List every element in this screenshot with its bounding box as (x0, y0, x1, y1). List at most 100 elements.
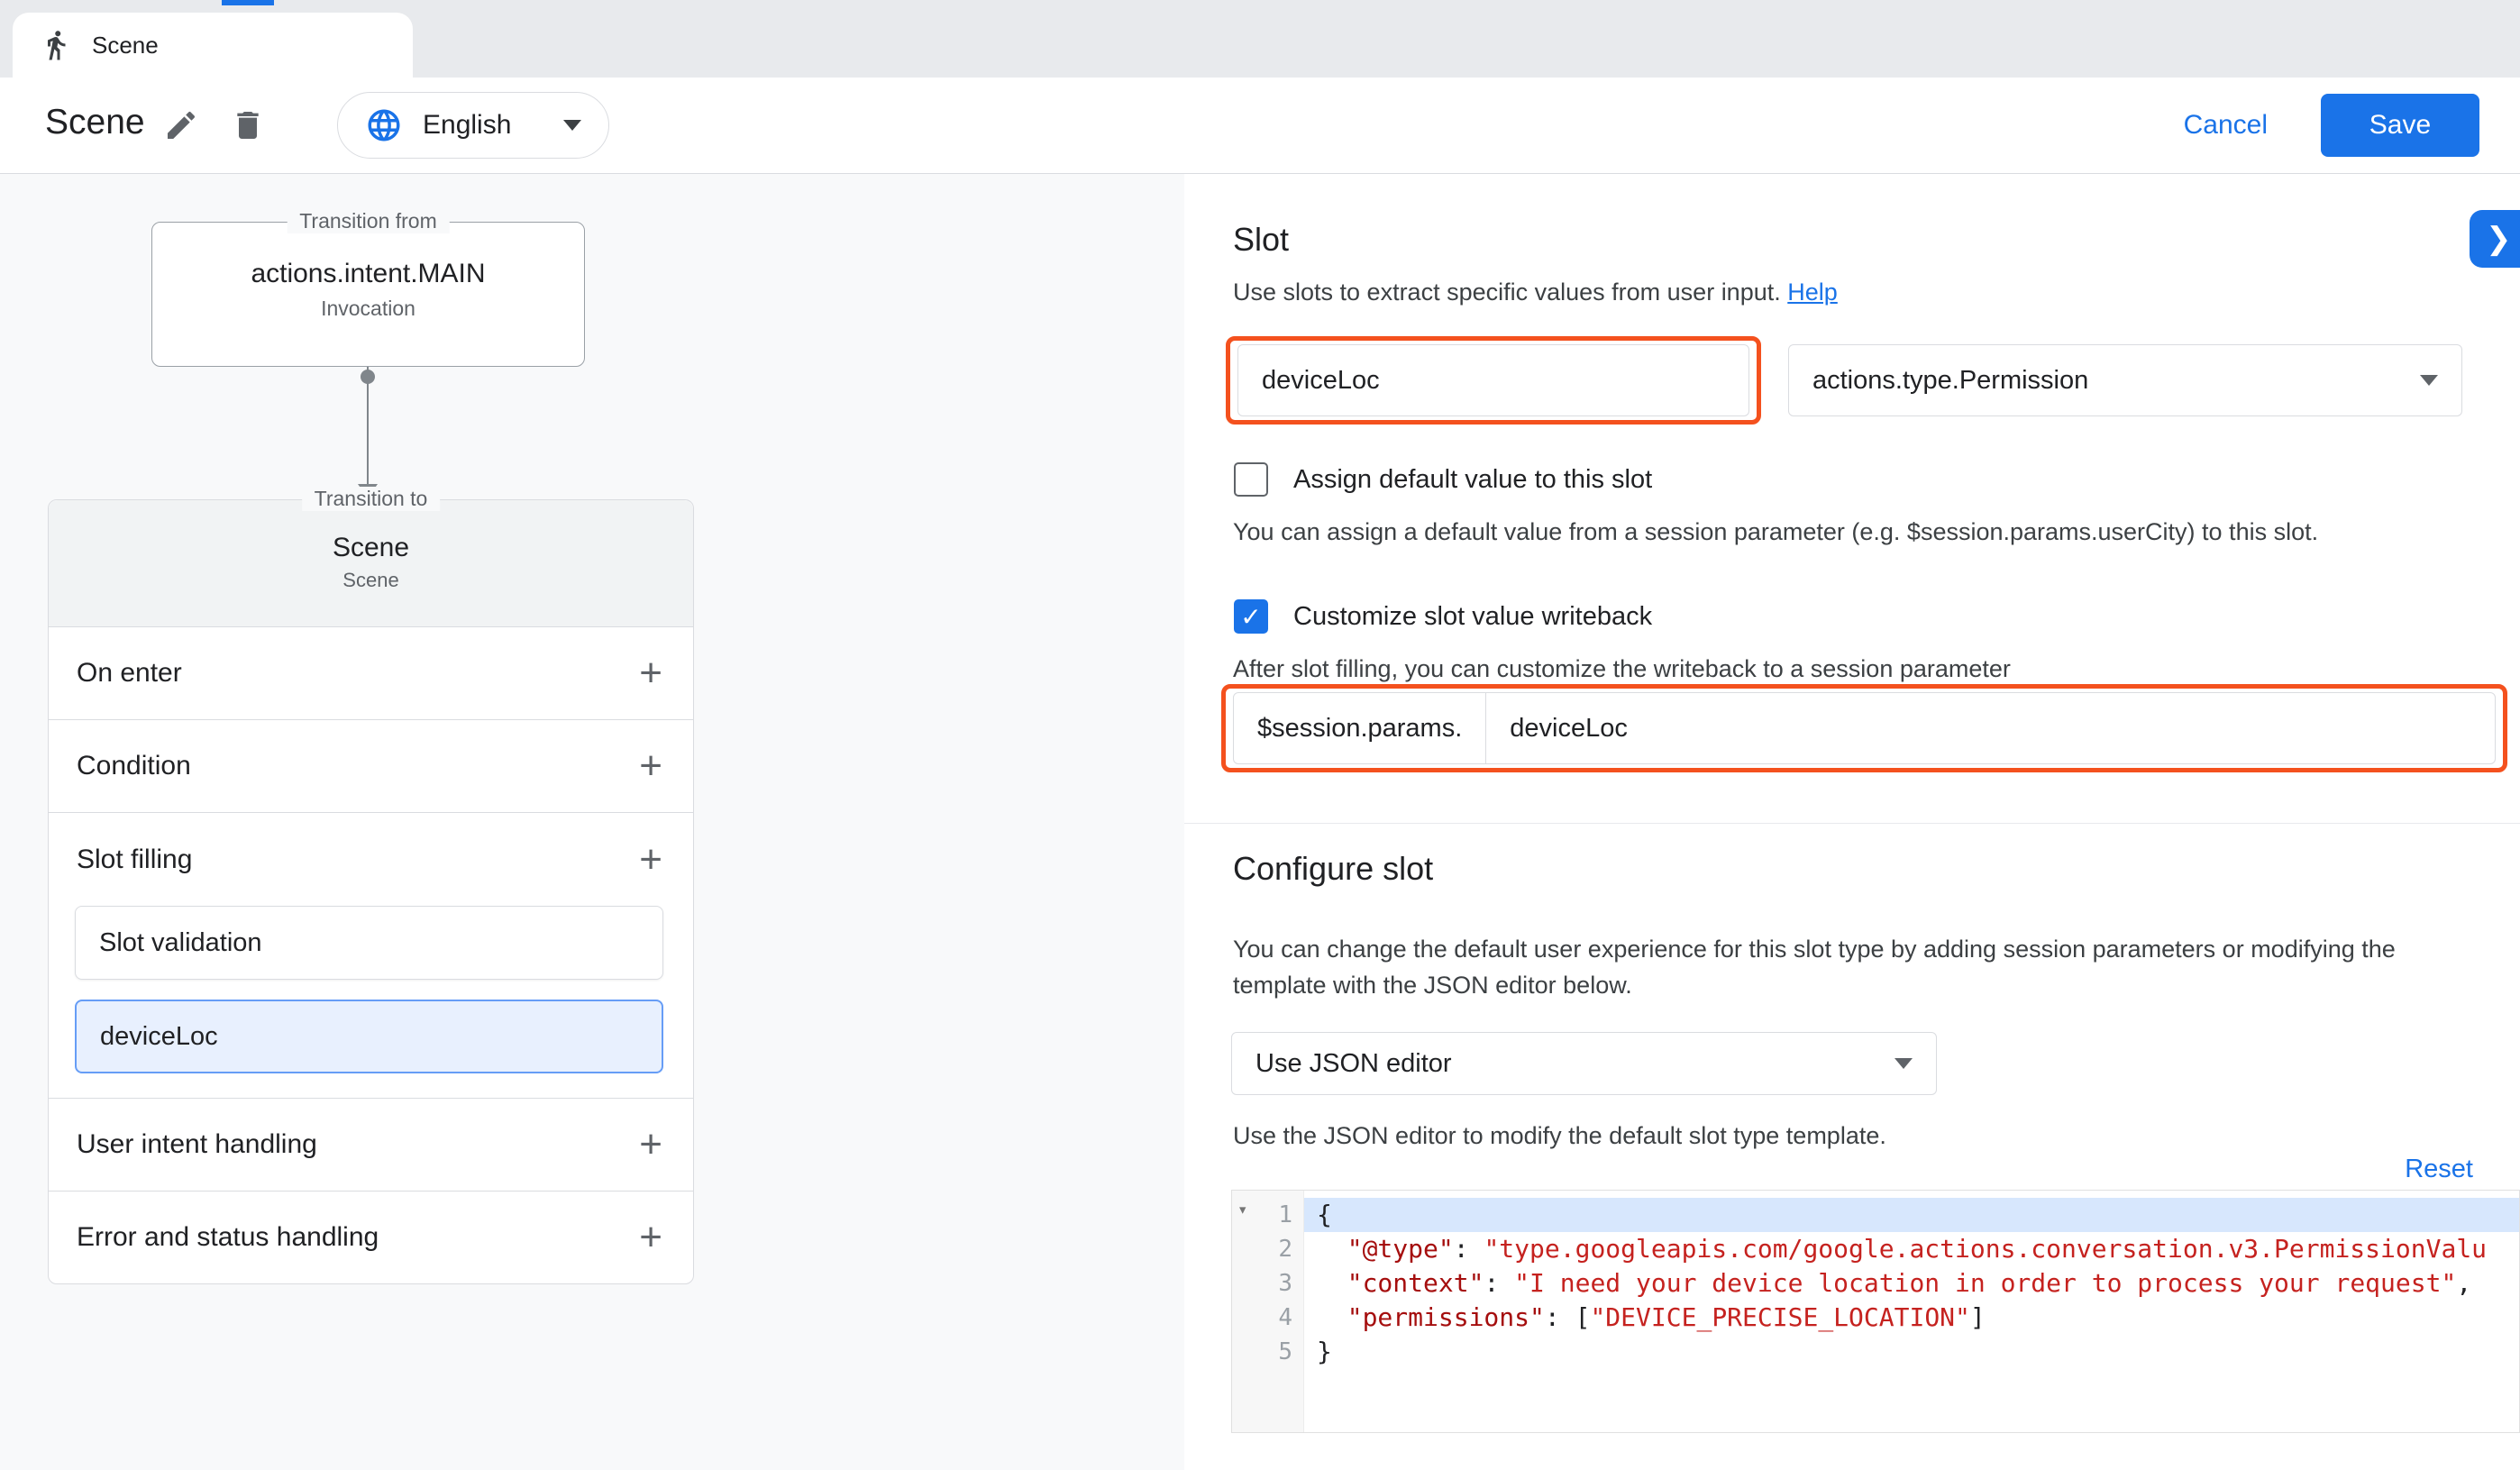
slot-validation-item[interactable]: Slot validation (75, 906, 663, 980)
section-label: User intent handling (77, 1129, 317, 1160)
plus-icon[interactable]: + (639, 1218, 662, 1257)
help-link[interactable]: Help (1787, 278, 1838, 306)
assign-default-row: Assign default value to this slot (1234, 462, 1652, 497)
code-area[interactable]: { "@type": "type.googleapis.com/google.a… (1304, 1191, 2519, 1432)
json-code-editor[interactable]: ▾ 1 2 3 4 5 { "@type": "type.googleapis.… (1231, 1190, 2520, 1433)
section-label: On enter (77, 658, 182, 689)
code-token: "permissions" (1317, 1302, 1545, 1332)
slot-name-annotation: deviceLoc (1226, 336, 1761, 425)
section-condition[interactable]: Condition + (49, 719, 693, 812)
code-line-3: "context": "I need your device location … (1304, 1266, 2519, 1301)
scene-node-card: Transition to Scene Scene On enter + Con… (48, 499, 694, 1284)
tab-scene[interactable]: Scene (13, 13, 413, 78)
code-token: "context" (1317, 1268, 1484, 1298)
section-on-enter[interactable]: On enter + (49, 626, 693, 719)
collapse-panel-button[interactable]: ❯ (2470, 210, 2520, 268)
assign-default-label: Assign default value to this slot (1293, 465, 1652, 495)
slot-section-subtitle: Use slots to extract specific values fro… (1233, 278, 1838, 306)
transition-from-node[interactable]: Transition from actions.intent.MAIN Invo… (151, 222, 585, 367)
line-number: 2 (1232, 1232, 1303, 1266)
actions-console-scene-editor: Scene Scene English Cancel Save Transit (0, 0, 2520, 1470)
writeback-label: Customize slot value writeback (1293, 602, 1652, 632)
slot-section-title: Slot (1233, 221, 1289, 259)
configure-slot-description: You can change the default user experien… (1233, 931, 2477, 1003)
top-accent-bar (222, 0, 274, 5)
slot-filling-header[interactable]: Slot filling + (75, 813, 663, 906)
code-token: : (1484, 1268, 1514, 1298)
reset-button[interactable]: Reset (2405, 1155, 2473, 1184)
tab-strip: Scene (0, 0, 2520, 78)
writeback-checkbox[interactable]: ✓ (1234, 599, 1268, 634)
section-label: Slot filling (77, 845, 192, 875)
scene-node-header[interactable]: Transition to Scene Scene (49, 500, 693, 626)
cancel-button[interactable]: Cancel (2184, 110, 2268, 141)
language-label: English (423, 110, 511, 141)
code-line-1: { (1304, 1198, 2519, 1232)
transition-from-label: Transition from (287, 209, 450, 233)
plus-icon[interactable]: + (639, 653, 662, 693)
editor-mode-select[interactable]: Use JSON editor (1231, 1032, 1937, 1095)
edit-scene-name-button[interactable] (160, 105, 202, 146)
section-error-status-handling[interactable]: Error and status handling + (49, 1191, 693, 1283)
line-number: 4 (1232, 1301, 1303, 1335)
code-line-4: "permissions": ["DEVICE_PRECISE_LOCATION… (1304, 1301, 2519, 1335)
code-token: : (1454, 1234, 1484, 1264)
code-token: ] (1970, 1302, 1986, 1332)
configure-slot-title: Configure slot (1233, 850, 1433, 888)
trash-icon (230, 107, 266, 143)
slot-type-select[interactable]: actions.type.Permission (1788, 344, 2462, 416)
json-editor-help: Use the JSON editor to modify the defaul… (1233, 1122, 1886, 1150)
delete-scene-button[interactable] (227, 105, 269, 146)
writeback-row: ✓ Customize slot value writeback (1234, 599, 1652, 634)
code-token: , (2456, 1268, 2471, 1298)
slot-name-input[interactable]: deviceLoc (1237, 344, 1749, 416)
scene-flowchart-canvas: Transition from actions.intent.MAIN Invo… (0, 174, 1184, 1470)
transition-to-label: Transition to (302, 487, 441, 511)
section-user-intent-handling[interactable]: User intent handling + (49, 1098, 693, 1191)
line-number-gutter: ▾ 1 2 3 4 5 (1232, 1191, 1304, 1432)
code-token: { (1317, 1200, 1332, 1229)
code-token: : [ (1545, 1302, 1591, 1332)
writeback-annotation: $session.params. deviceLoc (1221, 684, 2507, 772)
scene-header: Scene English Cancel Save (0, 78, 2520, 174)
code-line-2: "@type": "type.googleapis.com/google.act… (1304, 1232, 2519, 1266)
line-number: 3 (1232, 1266, 1303, 1301)
connector-line (367, 367, 369, 493)
plus-icon[interactable]: + (639, 746, 662, 786)
slot-detail-panel: ❯ Slot Use slots to extract specific val… (1184, 174, 2520, 1470)
line-number: 5 (1232, 1335, 1303, 1369)
transition-from-subtitle: Invocation (152, 297, 584, 321)
chevron-down-icon (2420, 375, 2438, 386)
plus-icon[interactable]: + (639, 840, 662, 880)
slot-deviceloc-item[interactable]: deviceLoc (75, 1000, 663, 1073)
scene-person-icon (40, 29, 72, 61)
plus-icon[interactable]: + (639, 1125, 662, 1164)
writeback-prefix: $session.params. (1234, 714, 1485, 744)
code-token: "@type" (1317, 1234, 1454, 1264)
check-icon: ✓ (1240, 602, 1261, 632)
section-label: Condition (77, 751, 191, 781)
slot-subtitle-text: Use slots to extract specific values fro… (1233, 278, 1781, 306)
fold-marker-icon[interactable]: ▾ (1237, 1201, 1247, 1219)
editor-mode-value: Use JSON editor (1255, 1049, 1452, 1079)
section-divider (1184, 823, 2520, 824)
scene-node-subtitle: Scene (49, 569, 693, 592)
chevron-right-icon: ❯ (2486, 221, 2512, 257)
page-title: Scene (45, 103, 145, 142)
writeback-field[interactable]: $session.params. deviceLoc (1233, 692, 2496, 764)
assign-default-help: You can assign a default value from a se… (1233, 518, 2318, 546)
chevron-down-icon (1895, 1058, 1913, 1069)
save-button[interactable]: Save (2321, 94, 2479, 157)
code-token: "I need your device location in order to… (1514, 1268, 2456, 1298)
section-slot-filling: Slot filling + Slot validation deviceLoc (49, 812, 693, 1098)
transition-from-intent: actions.intent.MAIN (152, 259, 584, 289)
writeback-value-input[interactable]: deviceLoc (1486, 714, 2495, 744)
tab-label: Scene (92, 32, 159, 59)
code-line-5: } (1304, 1335, 2519, 1369)
assign-default-checkbox[interactable] (1234, 462, 1268, 497)
language-selector[interactable]: English (337, 92, 609, 159)
pencil-icon (163, 107, 199, 143)
code-token: } (1317, 1337, 1332, 1366)
writeback-help: After slot filling, you can customize th… (1233, 655, 2011, 683)
code-token: "type.googleapis.com/google.actions.conv… (1484, 1234, 2487, 1264)
